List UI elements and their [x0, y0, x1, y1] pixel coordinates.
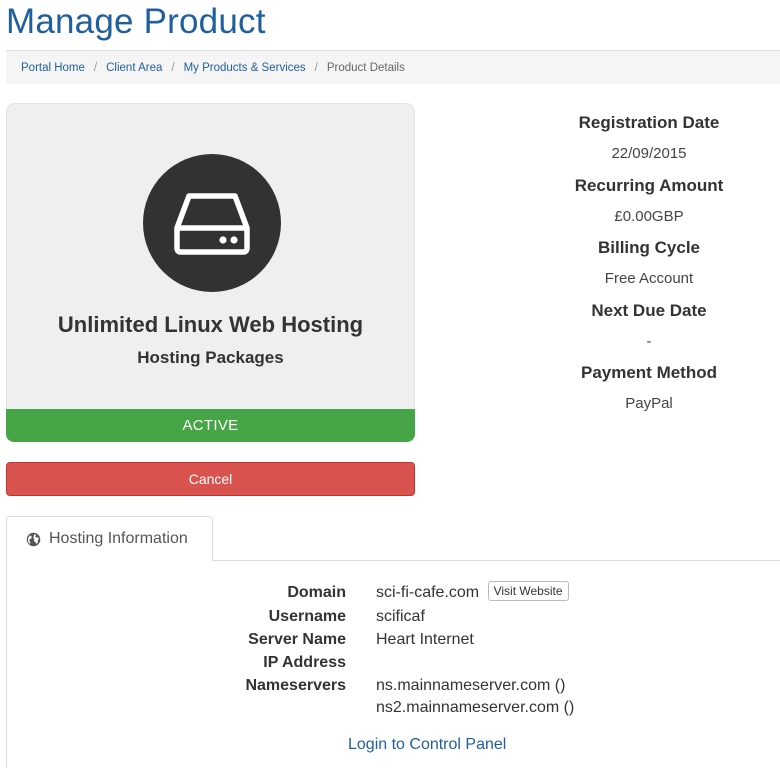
tab-hosting-information[interactable]: Hosting Information	[6, 516, 213, 562]
tab-bar: Hosting Information	[6, 516, 780, 562]
registration-date-value: 22/09/2015	[611, 145, 687, 162]
globe-icon	[26, 532, 41, 547]
tab-hosting-information-label: Hosting Information	[49, 530, 188, 547]
ip-address-label: IP Address	[263, 654, 346, 671]
status-badge: ACTIVE	[6, 409, 415, 442]
server-name-label: Server Name	[248, 631, 346, 648]
visit-website-button[interactable]: Visit Website	[487, 581, 569, 601]
breadcrumb-client-area[interactable]: Client Area	[106, 62, 162, 74]
breadcrumb-separator: /	[93, 61, 98, 74]
hosting-information-panel: Domain sci-fi-cafe.com Visit Website Use…	[6, 561, 780, 768]
login-control-panel-link[interactable]: Login to Control Panel	[348, 736, 506, 754]
nameservers-row-2: ns2.mainnameserver.com ()	[7, 696, 780, 719]
recurring-amount-value: £0.00GBP	[614, 207, 684, 225]
page-title: Manage Product	[6, 2, 266, 41]
breadcrumb-separator: /	[171, 61, 175, 74]
payment-method-label: Payment Method	[580, 363, 718, 383]
product-details: Registration Date 22/09/2015 Recurring A…	[520, 110, 778, 423]
breadcrumb-my-products[interactable]: My Products & Services	[184, 62, 306, 74]
server-name-row: Server Name Heart Internet	[7, 628, 780, 651]
breadcrumb-separator: /	[314, 61, 318, 74]
product-group: Hosting Packages	[137, 348, 284, 367]
product-card: Unlimited Linux Web Hosting Hosting Pack…	[6, 103, 415, 409]
registration-date-label: Registration Date	[578, 113, 720, 132]
nameservers-label: Nameservers	[245, 677, 346, 694]
hard-drive-icon	[174, 193, 250, 255]
breadcrumb-current: Product Details	[326, 61, 405, 74]
nameservers-row: Nameservers ns.mainnameserver.com ()	[7, 674, 780, 697]
server-name-value: Heart Internet	[376, 631, 474, 648]
next-due-date-value: -	[646, 332, 652, 350]
billing-cycle-value: Free Account	[604, 270, 694, 288]
product-name: Unlimited Linux Web Hosting	[57, 312, 364, 337]
breadcrumb-portal-home[interactable]: Portal Home	[21, 62, 85, 74]
recurring-amount-label: Recurring Amount	[574, 175, 724, 195]
cancel-button[interactable]: Cancel	[6, 462, 415, 496]
domain-row: Domain sci-fi-cafe.com Visit Website	[7, 581, 780, 604]
nameserver-2: ns2.mainnameserver.com ()	[376, 699, 575, 716]
domain-label: Domain	[287, 584, 346, 601]
username-row: Username scificaf	[7, 605, 780, 628]
billing-cycle-label: Billing Cycle	[597, 238, 701, 258]
username-label: Username	[268, 608, 346, 625]
ip-address-row: IP Address	[7, 651, 780, 674]
product-icon-circle	[143, 154, 281, 292]
domain-value: sci-fi-cafe.com	[376, 584, 480, 601]
breadcrumb: Portal Home / Client Area / My Products …	[6, 50, 780, 84]
payment-method-value: PayPal	[625, 395, 673, 413]
next-due-date-label: Next Due Date	[591, 300, 707, 320]
nameserver-1: ns.mainnameserver.com ()	[376, 677, 566, 694]
username-value: scificaf	[376, 608, 425, 625]
